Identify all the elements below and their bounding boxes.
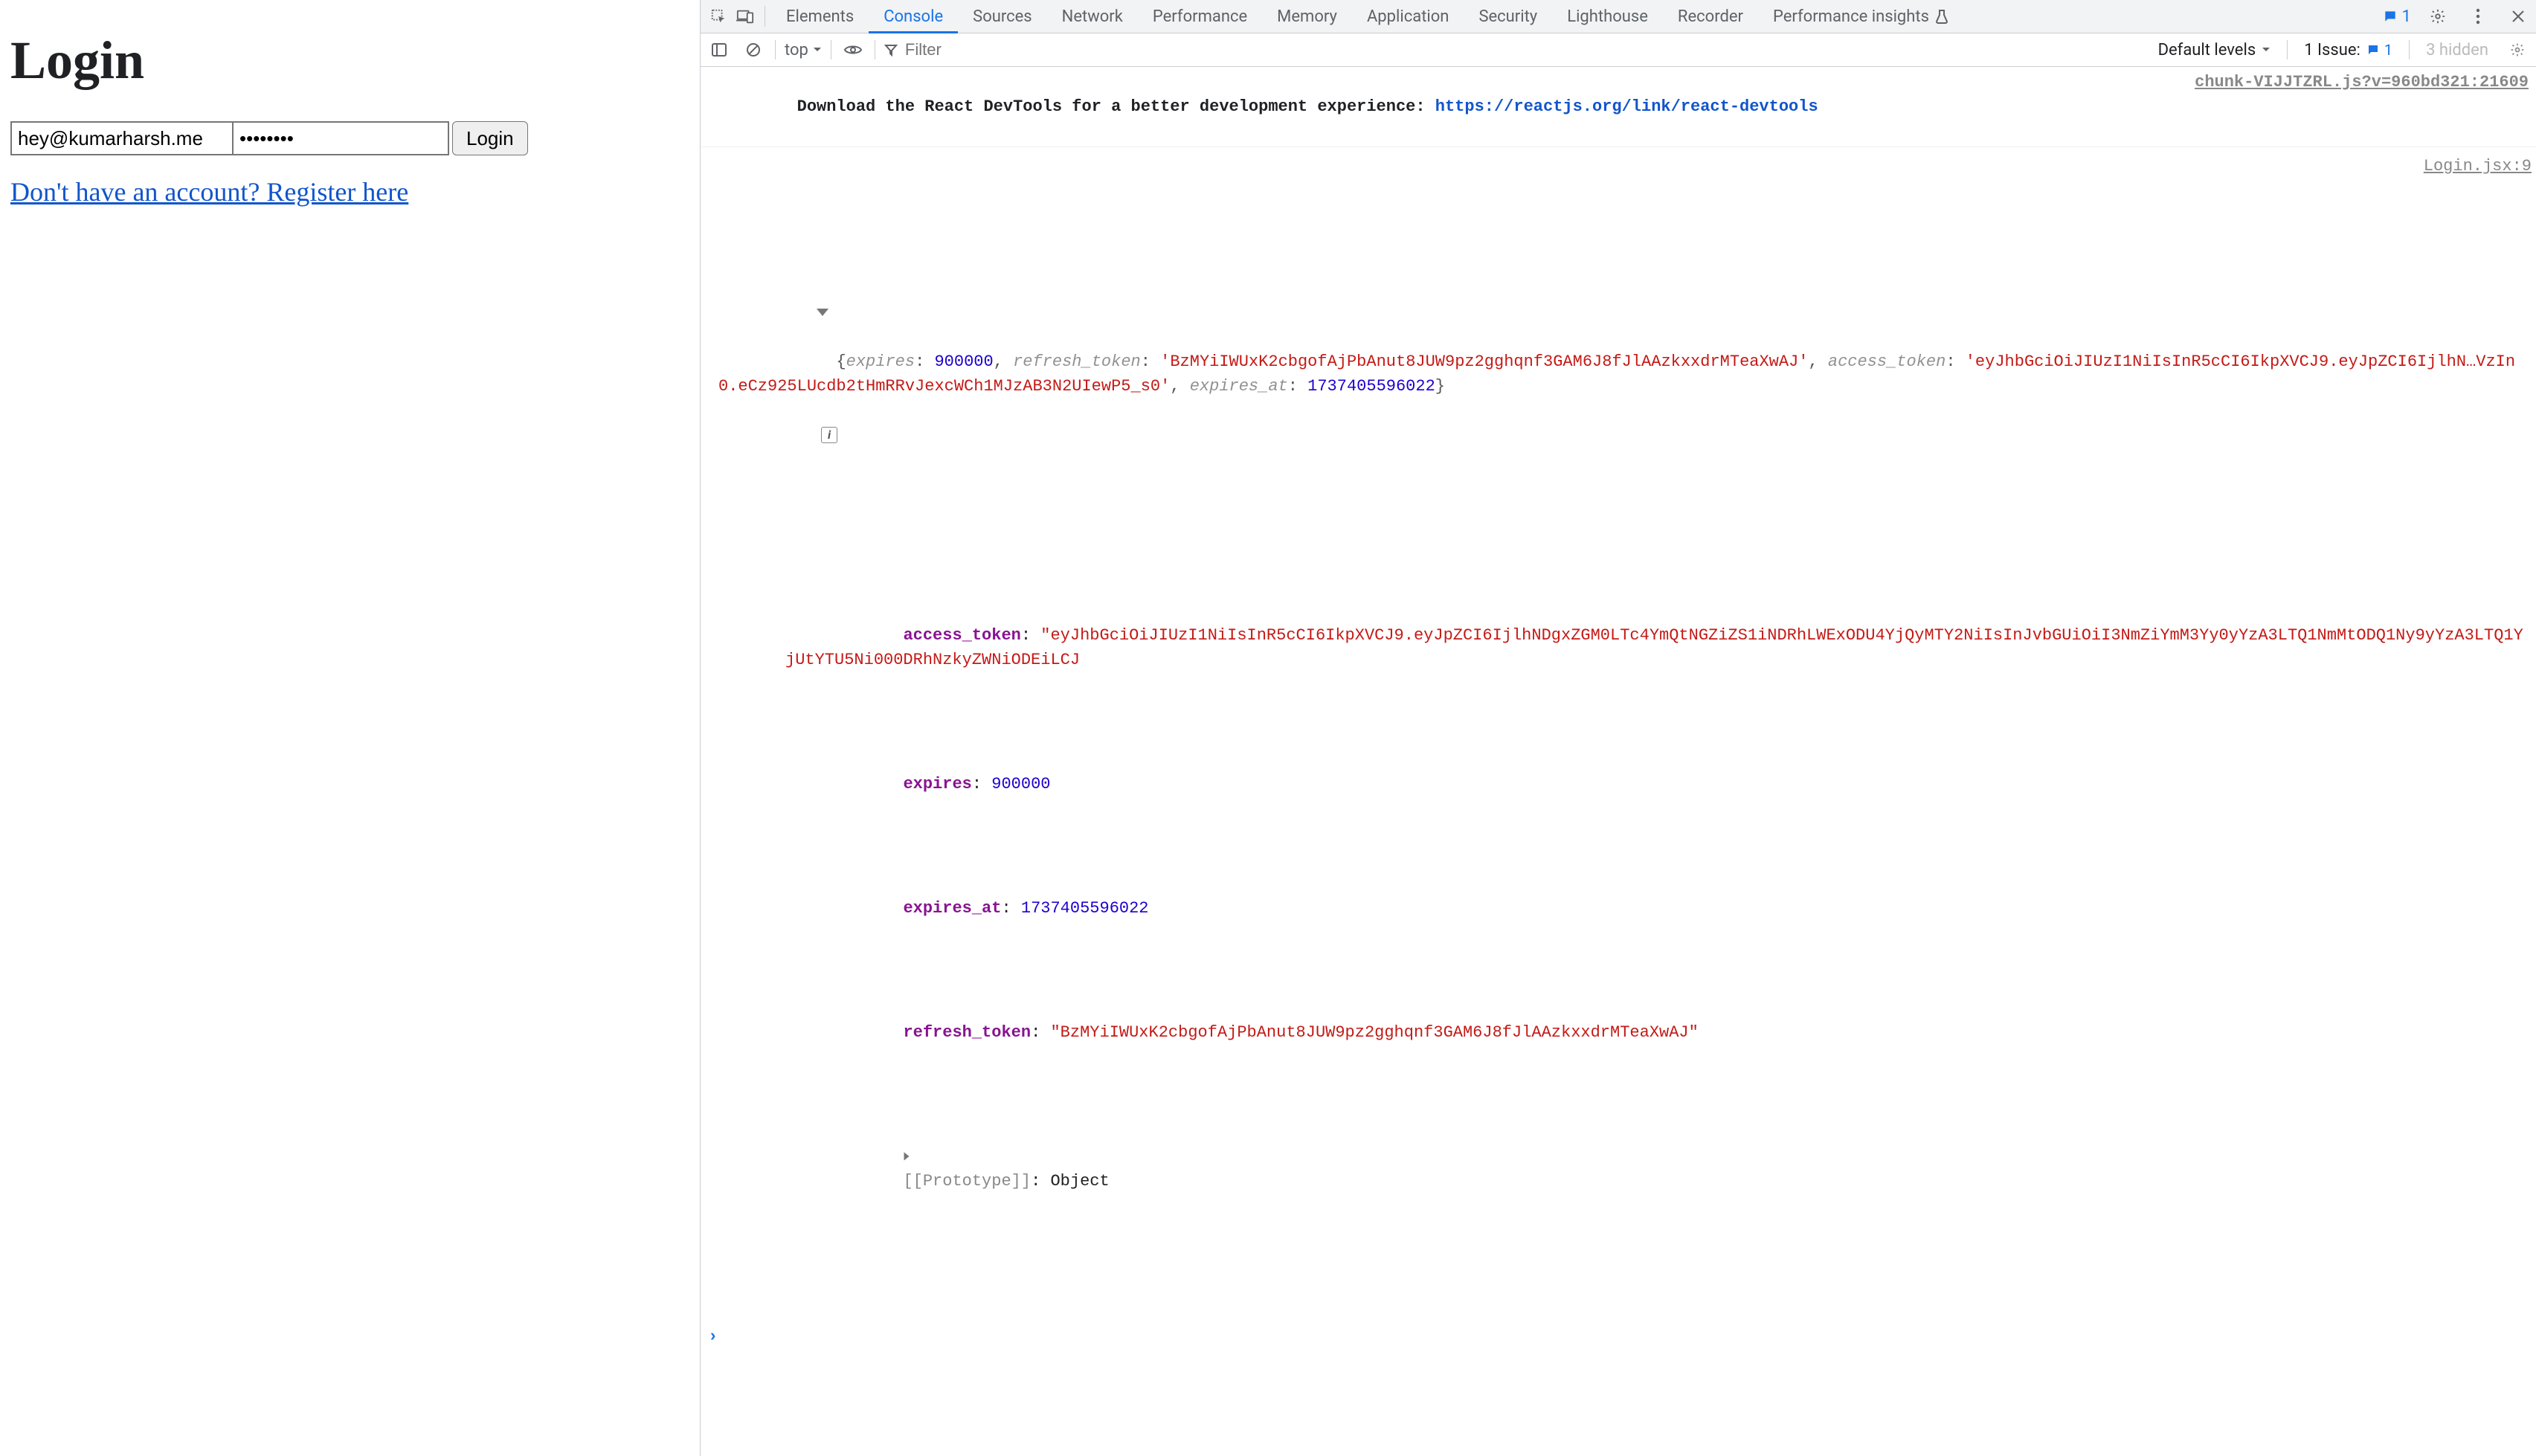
- login-form: Login: [10, 121, 689, 155]
- tab-lighthouse[interactable]: Lighthouse: [1552, 0, 1663, 33]
- tab-memory[interactable]: Memory: [1262, 0, 1352, 33]
- tab-performance[interactable]: Performance: [1138, 0, 1262, 33]
- login-button[interactable]: Login: [452, 121, 528, 155]
- chevron-down-icon: [813, 47, 822, 53]
- download-link[interactable]: https://reactjs.org/link/react-devtools: [1435, 97, 1818, 116]
- devtools-tabs-right: 1: [2383, 3, 2532, 30]
- console-row-download: Download the React DevTools for a better…: [701, 67, 2536, 147]
- separator: [2409, 40, 2410, 59]
- console-row-object: Login.jsx:9 {expires: 900000, refresh_to…: [701, 147, 2536, 1320]
- prop-row[interactable]: access_token: "eyJhbGciOiJIUzI1NiIsInR5c…: [785, 598, 2529, 698]
- chevron-right-icon: ›: [708, 1324, 718, 1349]
- tab-console[interactable]: Console: [869, 0, 958, 33]
- email-field[interactable]: [10, 121, 234, 155]
- message-icon: [2383, 9, 2398, 24]
- tab-network[interactable]: Network: [1047, 0, 1138, 33]
- prop-row[interactable]: expires: 900000: [785, 747, 2529, 822]
- kebab-menu-icon[interactable]: [2465, 3, 2491, 30]
- disclosure-triangle-icon[interactable]: [904, 1153, 910, 1161]
- levels-label: Default levels: [2158, 41, 2256, 59]
- prop-row-prototype[interactable]: [[Prototype]]: Object: [785, 1119, 2529, 1219]
- context-selector[interactable]: top: [785, 41, 822, 59]
- prop-row[interactable]: expires_at: 1737405596022: [785, 871, 2529, 946]
- source-link[interactable]: Login.jsx:9: [2424, 157, 2532, 175]
- funnel-icon: [884, 43, 898, 57]
- download-text: Download the React DevTools for a better…: [797, 97, 1435, 116]
- app-page: Login Login Don't have an account? Regis…: [0, 0, 701, 1456]
- prop-row[interactable]: refresh_token: "BzMYiIWUxK2cbgofAjPbAnut…: [785, 995, 2529, 1070]
- inspect-element-icon[interactable]: [705, 3, 732, 30]
- disclosure-triangle-icon[interactable]: [817, 309, 828, 316]
- password-field[interactable]: [234, 121, 449, 155]
- messages-badge[interactable]: 1: [2383, 7, 2411, 26]
- console-settings-gear-icon[interactable]: [2505, 37, 2530, 62]
- issues-count: 1: [2384, 41, 2392, 59]
- close-devtools-icon[interactable]: [2505, 3, 2532, 30]
- console-toolbar-right: Default levels 1 Issue: 1 3 hidden: [2158, 37, 2530, 62]
- console-prompt[interactable]: ›: [701, 1320, 2536, 1353]
- console-toolbar: top Default levels 1 Issue: 1: [701, 33, 2536, 67]
- settings-gear-icon[interactable]: [2424, 3, 2451, 30]
- tab-security[interactable]: Security: [1464, 0, 1552, 33]
- tab-sources[interactable]: Sources: [958, 0, 1047, 33]
- context-label: top: [785, 41, 808, 59]
- messages-count: 1: [2402, 7, 2411, 26]
- separator: [2287, 40, 2288, 59]
- tab-performance-insights[interactable]: Performance insights: [1758, 0, 1963, 33]
- filter-box[interactable]: [884, 39, 2149, 60]
- info-icon[interactable]: i: [821, 427, 837, 443]
- filter-input[interactable]: [904, 39, 2149, 60]
- hidden-messages[interactable]: 3 hidden: [2426, 41, 2488, 59]
- clear-console-icon[interactable]: [741, 37, 766, 62]
- register-link[interactable]: Don't have an account? Register here: [10, 176, 689, 207]
- object-properties: access_token: "eyJhbGciOiJIUzI1NiIsInR5c…: [718, 549, 2529, 1268]
- object-summary[interactable]: {expires: 900000, refresh_token: 'BzMYiI…: [718, 352, 2515, 420]
- console-messages: Download the React DevTools for a better…: [701, 67, 2536, 1456]
- issues-indicator[interactable]: 1 Issue: 1: [2304, 41, 2392, 59]
- devtools-panel: Elements Console Sources Network Perform…: [701, 0, 2536, 1456]
- separator: [775, 40, 776, 59]
- device-toolbar-icon[interactable]: [732, 3, 759, 30]
- issues-label: 1 Issue:: [2304, 41, 2360, 59]
- flask-icon: [1935, 9, 1948, 24]
- chevron-down-icon: [2262, 47, 2271, 53]
- log-levels-selector[interactable]: Default levels: [2158, 41, 2271, 59]
- tab-elements[interactable]: Elements: [771, 0, 869, 33]
- tab-application[interactable]: Application: [1352, 0, 1464, 33]
- page-title: Login: [10, 30, 689, 91]
- message-icon: [2366, 43, 2380, 57]
- tab-recorder[interactable]: Recorder: [1663, 0, 1758, 33]
- live-expression-eye-icon[interactable]: [840, 37, 866, 62]
- toggle-sidebar-icon[interactable]: [707, 37, 732, 62]
- perf-insights-label: Performance insights: [1773, 7, 1929, 26]
- devtools-tabs: Elements Console Sources Network Perform…: [701, 0, 2536, 33]
